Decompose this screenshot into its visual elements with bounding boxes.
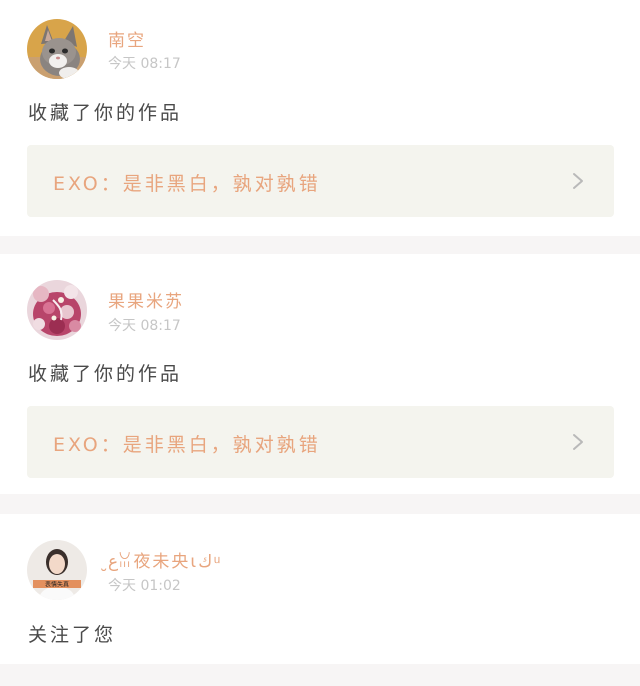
user-avatar[interactable]: 表情失真 xyxy=(27,540,87,600)
work-title: EXO：是非黑白，孰对孰错 xyxy=(53,173,321,195)
timestamp: 今天 08:17 xyxy=(108,56,181,72)
timestamp: 今天 01:02 xyxy=(108,578,181,594)
notification-card: 表情失真 ﻉ̮ꈍ夜未央ιك ͧ 今天 01:02 关注了您 xyxy=(0,514,640,664)
user-avatar[interactable] xyxy=(27,19,87,79)
timestamp: 今天 08:17 xyxy=(108,318,181,334)
action-text: 收藏了你的作品 xyxy=(28,102,183,124)
user-avatar[interactable] xyxy=(27,280,87,340)
avatar-caption: 表情失真 xyxy=(45,581,69,589)
notification-card: 南空 今天 08:17 收藏了你的作品 EXO：是非黑白，孰对孰错 xyxy=(0,0,640,236)
user-name[interactable]: 南空 xyxy=(108,26,146,51)
user-name[interactable]: ﻉ̮ꈍ夜未央ιك ͧ xyxy=(108,547,219,572)
work-link-card[interactable]: EXO：是非黑白，孰对孰错 xyxy=(27,145,614,217)
chevron-right-icon xyxy=(573,434,583,450)
work-title: EXO：是非黑白，孰对孰错 xyxy=(53,434,321,456)
cat-avatar-icon xyxy=(27,19,87,79)
chevron-right-icon xyxy=(573,173,583,189)
action-text: 关注了您 xyxy=(28,624,117,646)
notification-card: 果果米苏 今天 08:17 收藏了你的作品 EXO：是非黑白，孰对孰错 xyxy=(0,254,640,494)
person-avatar-icon: 表情失真 xyxy=(27,540,87,600)
floral-avatar-icon xyxy=(27,280,87,340)
work-link-card[interactable]: EXO：是非黑白，孰对孰错 xyxy=(27,406,614,478)
user-name[interactable]: 果果米苏 xyxy=(108,287,184,312)
action-text: 收藏了你的作品 xyxy=(28,363,183,385)
notification-feed: 南空 今天 08:17 收藏了你的作品 EXO：是非黑白，孰对孰错 果果米苏 今… xyxy=(0,0,640,686)
